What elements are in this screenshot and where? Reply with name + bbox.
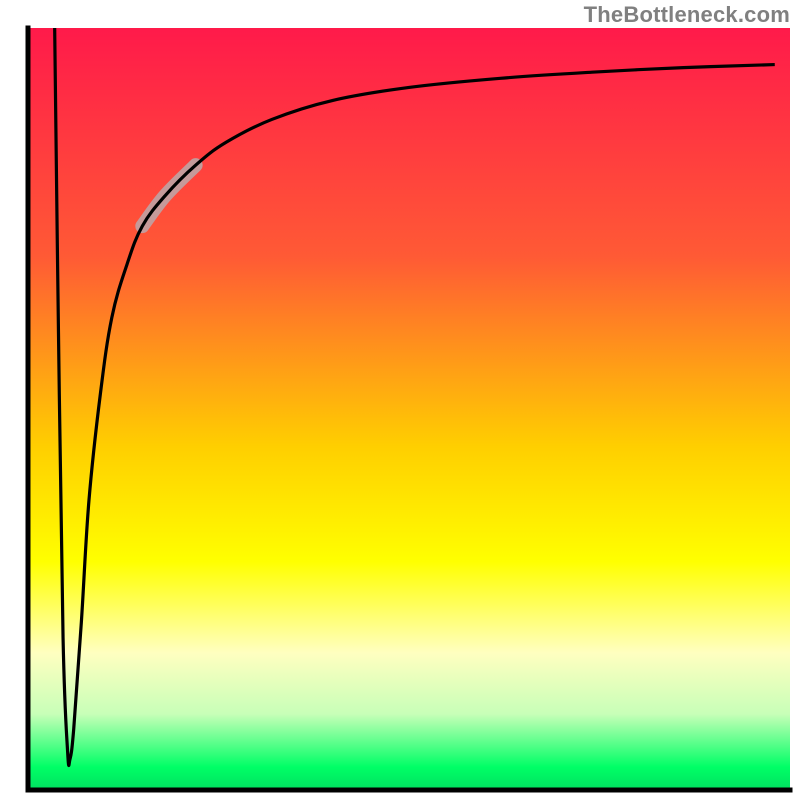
bottleneck-chart — [0, 0, 800, 800]
gradient-background — [28, 28, 790, 790]
attribution-text: TheBottleneck.com — [584, 2, 790, 28]
